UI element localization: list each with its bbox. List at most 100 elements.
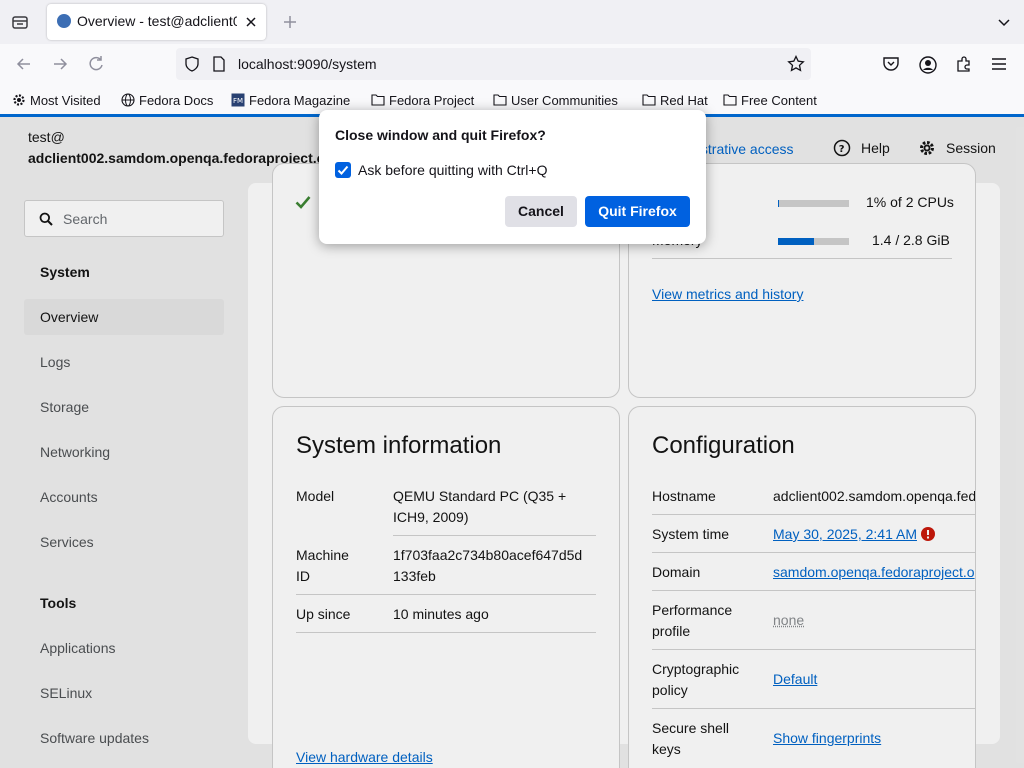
- ask-before-quitting-checkbox[interactable]: [335, 162, 351, 178]
- extensions-icon[interactable]: [955, 55, 973, 73]
- checkbox-label[interactable]: Ask before quitting with Ctrl+Q: [358, 162, 547, 178]
- new-tab-icon[interactable]: [280, 12, 300, 32]
- divider: [652, 514, 975, 515]
- gear-icon: [13, 94, 25, 106]
- divider: [296, 632, 596, 633]
- divider: [652, 708, 975, 709]
- performance-profile-label-line2: profile: [652, 623, 691, 639]
- bookmark-red-hat[interactable]: Red Hat: [642, 91, 708, 109]
- host-user: test@: [28, 129, 65, 145]
- checkmark-icon: [337, 165, 349, 175]
- bookmark-most-visited[interactable]: Most Visited: [12, 91, 101, 109]
- close-tab-icon[interactable]: [243, 14, 259, 30]
- svg-text:?: ?: [839, 144, 845, 155]
- list-all-tabs-icon[interactable]: [994, 12, 1014, 32]
- checkmark-icon: [295, 196, 311, 209]
- sidebar-item-selinux[interactable]: SELinux: [24, 675, 224, 711]
- sidebar-section-tools: Tools: [40, 595, 77, 611]
- memory-usage-bar: [778, 238, 849, 245]
- system-time-label: System time: [652, 526, 730, 542]
- machine-id-value-line1: 1f703faa2c734b80acef647d5d: [393, 547, 583, 563]
- svg-text:FM: FM: [233, 97, 243, 105]
- system-time-link[interactable]: May 30, 2025, 2:41 AM: [773, 524, 917, 545]
- tab-title: Overview - test@adclient002: [77, 13, 237, 29]
- bookmark-free-content[interactable]: Free Content: [723, 91, 817, 109]
- sidebar-item-software-updates[interactable]: Software updates: [24, 720, 224, 756]
- account-icon[interactable]: [918, 55, 938, 75]
- bookmark-label: Fedora Project: [389, 92, 475, 108]
- sidebar-item-services[interactable]: Services: [24, 524, 224, 560]
- crypto-policy-link[interactable]: Default: [773, 669, 817, 690]
- sidebar-item-overview[interactable]: Overview: [24, 299, 224, 335]
- warning-icon: [921, 527, 935, 541]
- divider: [652, 258, 952, 259]
- system-information-card: System information Model QEMU Standard P…: [272, 406, 620, 768]
- cancel-button[interactable]: Cancel: [505, 196, 577, 227]
- performance-profile-label-line1: Performance: [652, 602, 733, 618]
- help-icon: ?: [833, 139, 851, 157]
- sidebar-section-system: System: [40, 264, 90, 280]
- firefox-view-icon[interactable]: [8, 11, 32, 33]
- help-label: Help: [861, 140, 890, 156]
- url-text: localhost:9090/system: [238, 56, 377, 72]
- session-label: Session: [946, 140, 996, 156]
- forward-icon[interactable]: [48, 52, 72, 76]
- memory-usage-fill: [778, 238, 814, 245]
- sidebar-item-logs[interactable]: Logs: [24, 344, 224, 380]
- sidebar-item-storage[interactable]: Storage: [24, 389, 224, 425]
- bookmark-label: Fedora Magazine: [249, 92, 351, 108]
- pocket-icon[interactable]: [882, 55, 900, 73]
- domain-label: Domain: [652, 564, 701, 580]
- bookmark-fedora-magazine[interactable]: FM Fedora Magazine: [231, 91, 350, 109]
- session-button[interactable]: Session: [918, 139, 996, 157]
- cpu-usage-fill: [778, 200, 779, 207]
- memory-usage-value: 1.4 / 2.8 GiB: [872, 232, 950, 248]
- divider: [296, 594, 596, 595]
- crypto-policy-label-line2: policy: [652, 682, 688, 698]
- view-metrics-link[interactable]: View metrics and history: [652, 284, 803, 305]
- sidebar-item-networking[interactable]: Networking: [24, 434, 224, 470]
- tab-strip: Overview - test@adclient002: [0, 0, 1024, 44]
- globe-icon: [121, 93, 135, 107]
- content-panel: 1% of 2 CPUs Memory 1.4 / 2.8 GiB View m…: [248, 163, 1000, 768]
- machine-id-label-line1: Machine: [296, 547, 349, 563]
- show-fingerprints-link[interactable]: Show fingerprints: [773, 728, 881, 749]
- divider: [393, 535, 596, 536]
- tracking-protection-shield-icon[interactable]: [184, 56, 200, 72]
- bookmark-star-icon[interactable]: [787, 55, 805, 73]
- page-info-icon[interactable]: [212, 56, 226, 72]
- configuration-card: Configuration Hostname adclient002.samdo…: [628, 406, 976, 768]
- help-button[interactable]: ? Help: [833, 139, 890, 157]
- bookmark-fedora-project[interactable]: Fedora Project: [371, 91, 474, 109]
- domain-link[interactable]: samdom.openqa.fedoraproject.o: [773, 562, 975, 583]
- sidebar-item-applications[interactable]: Applications: [24, 630, 224, 666]
- folder-icon: [371, 94, 385, 106]
- folder-icon: [493, 94, 507, 106]
- nav-bar: localhost:9090/system: [0, 44, 1024, 86]
- reload-icon[interactable]: [84, 52, 108, 76]
- sidebar-item-accounts[interactable]: Accounts: [24, 479, 224, 515]
- system-information-title: System information: [296, 432, 502, 459]
- machine-id-label-line2: ID: [296, 568, 310, 584]
- ssh-keys-label-line2: keys: [652, 741, 681, 757]
- fedora-favicon-icon: [57, 14, 71, 28]
- back-icon[interactable]: [12, 52, 36, 76]
- cpu-usage-bar: [778, 200, 849, 207]
- quit-firefox-button[interactable]: Quit Firefox: [585, 196, 690, 227]
- hostname-value: adclient002.samdom.openqa.fed: [773, 488, 976, 504]
- bookmark-fedora-docs[interactable]: Fedora Docs: [121, 91, 213, 109]
- browser-tab-overview[interactable]: Overview - test@adclient002: [47, 4, 266, 40]
- view-hardware-details-link[interactable]: View hardware details: [296, 747, 433, 768]
- gear-icon: [920, 141, 934, 155]
- bookmark-user-communities[interactable]: User Communities: [493, 91, 618, 109]
- divider: [652, 552, 975, 553]
- performance-profile-value[interactable]: none: [773, 610, 804, 631]
- up-since-label: Up since: [296, 606, 351, 622]
- dialog-title: Close window and quit Firefox?: [335, 127, 546, 143]
- search-input[interactable]: Search: [24, 200, 224, 237]
- crypto-policy-label-line1: Cryptographic: [652, 661, 740, 677]
- hostname-label: Hostname: [652, 488, 716, 504]
- fedora-magazine-icon: FM: [231, 93, 245, 107]
- menu-icon[interactable]: [990, 55, 1008, 73]
- url-bar[interactable]: localhost:9090/system: [176, 48, 811, 80]
